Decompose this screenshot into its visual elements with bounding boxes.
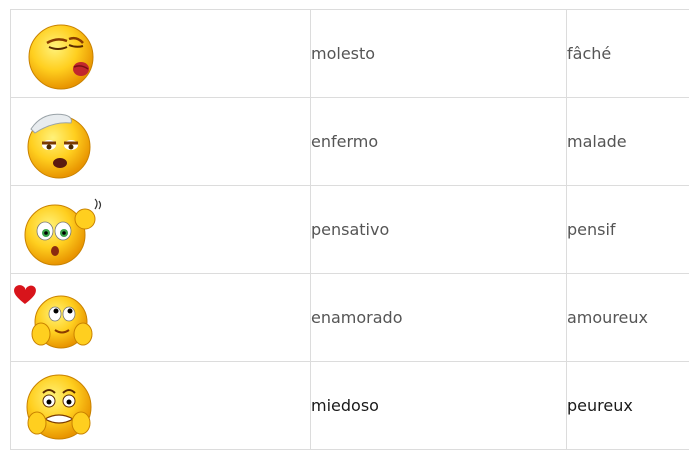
table-row: enfermo malade [10, 97, 689, 186]
french-word: peureux [567, 396, 633, 415]
spanish-word-cell: miedoso [310, 361, 567, 450]
spanish-word: enfermo [311, 132, 379, 151]
french-word-cell: peureux [566, 361, 689, 450]
spanish-word: enamorado [311, 308, 403, 327]
french-word-cell: fâché [566, 9, 689, 98]
emoji-cell [10, 9, 311, 98]
spanish-word: pensativo [311, 220, 390, 239]
french-word-cell: pensif [566, 185, 689, 274]
emoji-cell [10, 97, 311, 186]
table-row: enamorado amoureux [10, 273, 689, 362]
spanish-word-cell: pensativo [310, 185, 567, 274]
annoyed-face-icon [28, 24, 94, 90]
table-row: molesto fâché [10, 9, 689, 98]
french-word: amoureux [567, 308, 648, 327]
spanish-word-cell: molesto [310, 9, 567, 98]
table-row: pensativo pensif [10, 185, 689, 274]
spanish-word-cell: enfermo [310, 97, 567, 186]
french-word: pensif [567, 220, 616, 239]
french-word: malade [567, 132, 627, 151]
french-word: fâché [567, 44, 612, 63]
emoji-cell [10, 273, 311, 362]
table-row: miedoso peureux [10, 361, 689, 450]
emoji-cell [10, 361, 311, 450]
in-love-face-icon [14, 285, 93, 349]
thinking-face-icon [24, 198, 102, 266]
spanish-word: miedoso [311, 396, 379, 415]
scared-face-icon [26, 374, 92, 440]
french-word-cell: malade [566, 97, 689, 186]
vocabulary-table: molesto fâché enfermo malade pensativo p… [10, 9, 689, 450]
spanish-word-cell: enamorado [310, 273, 567, 362]
sick-face-icon [27, 113, 91, 179]
french-word-cell: amoureux [566, 273, 689, 362]
emoji-cell [10, 185, 311, 274]
spanish-word: molesto [311, 44, 376, 63]
